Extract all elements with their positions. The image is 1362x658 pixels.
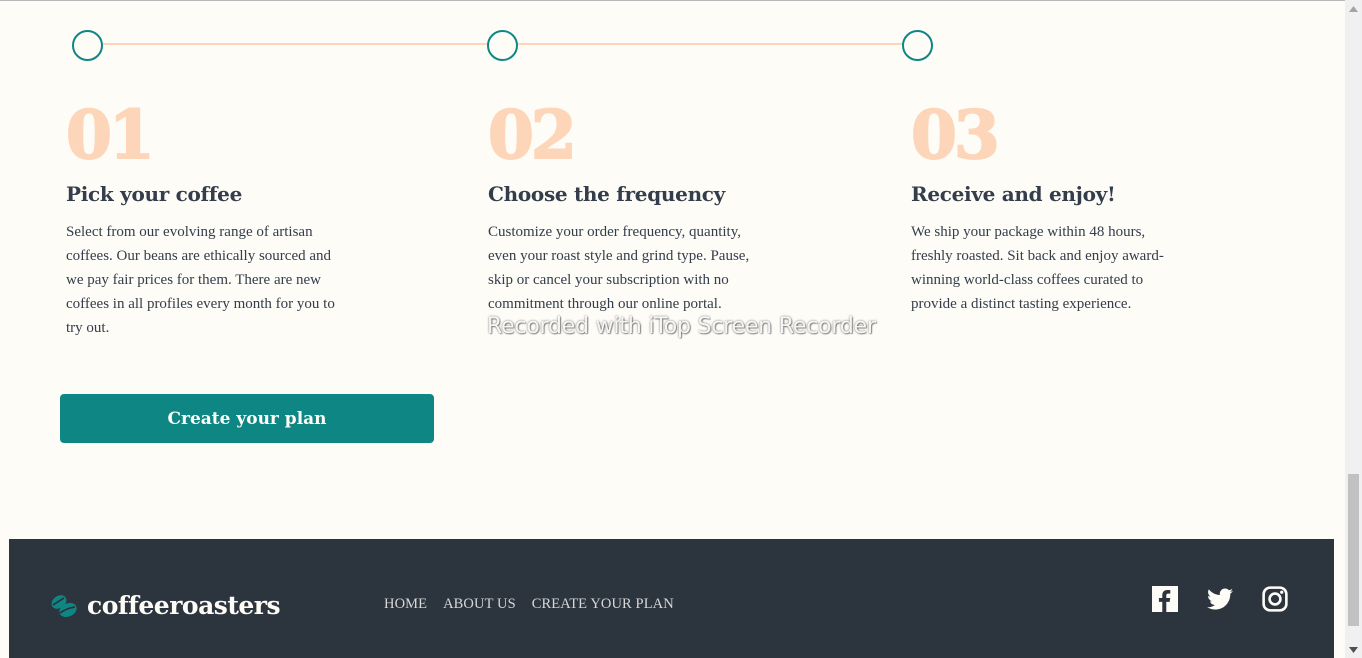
step-title: Choose the frequency (488, 182, 726, 206)
recorder-watermark: Recorded with iTop Screen Recorder (487, 314, 876, 339)
vertical-scrollbar[interactable] (1345, 0, 1362, 658)
step-description: Select from our evolving range of artisa… (66, 224, 335, 336)
top-border (0, 0, 1362, 1)
logo-text: coffeeroasters (87, 591, 281, 620)
twitter-icon[interactable] (1207, 586, 1233, 612)
step-3: 03 Receive and enjoy! We ship your packa… (910, 96, 1211, 316)
scroll-down-arrow-icon[interactable] (1345, 641, 1362, 658)
coffee-bean-logo-icon (51, 594, 77, 617)
instagram-icon[interactable] (1262, 586, 1288, 612)
scroll-up-arrow-icon[interactable] (1345, 0, 1362, 17)
step-number: 02 (487, 96, 578, 174)
footer-nav-about-us[interactable]: ABOUT US (443, 596, 516, 613)
create-plan-button[interactable]: Create your plan (60, 394, 434, 443)
step-1: 01 Pick your coffee Select from our evol… (65, 96, 366, 340)
step-number: 01 (65, 96, 156, 174)
footer: coffeeroasters HOME ABOUT US CREATE YOUR… (9, 539, 1334, 658)
logo[interactable]: coffeeroasters (49, 591, 281, 620)
step-title: Pick your coffee (66, 182, 243, 206)
step-number: 03 (910, 96, 1001, 174)
step-description: We ship your package within 48 hours, fr… (911, 224, 1164, 312)
facebook-icon[interactable] (1152, 586, 1178, 612)
footer-nav-home[interactable]: HOME (384, 596, 427, 613)
timeline-step-circle (72, 30, 103, 61)
timeline-line (516, 43, 904, 45)
scrollbar-thumb[interactable] (1348, 474, 1359, 626)
timeline-step-circle (487, 30, 518, 61)
step-2: 02 Choose the frequency Customize your o… (487, 96, 788, 316)
step-title: Receive and enjoy! (911, 182, 1116, 206)
footer-nav: HOME ABOUT US CREATE YOUR PLAN (384, 596, 674, 613)
timeline-line (101, 43, 489, 45)
footer-nav-create-plan[interactable]: CREATE YOUR PLAN (532, 596, 674, 613)
timeline-step-circle (902, 30, 933, 61)
step-description: Customize your order frequency, quantity… (488, 224, 750, 312)
